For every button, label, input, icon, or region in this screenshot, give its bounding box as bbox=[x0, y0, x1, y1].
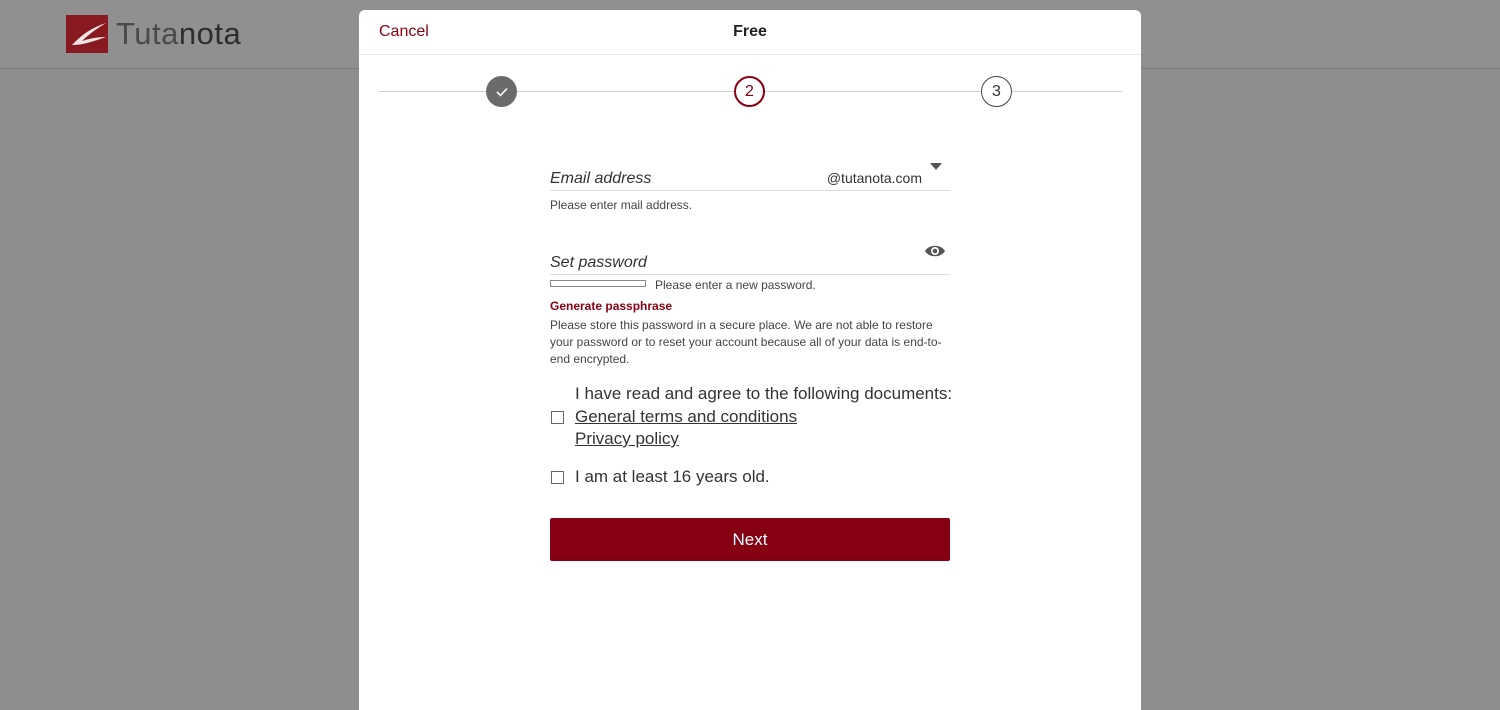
dialog-title: Free bbox=[733, 23, 767, 40]
tutanota-logo-icon bbox=[66, 15, 108, 53]
terms-intro-text: I have read and agree to the following d… bbox=[575, 384, 953, 403]
next-button[interactable]: Next bbox=[550, 518, 950, 561]
password-helper-text: Please enter a new password. bbox=[655, 278, 816, 292]
tutanota-logo: Tutanota bbox=[66, 15, 241, 53]
age-confirm-label: I am at least 16 years old. bbox=[575, 467, 770, 486]
signup-dialog: Cancel Free 2 3 Email address @tutanota.… bbox=[359, 10, 1141, 710]
password-field-label: Set password bbox=[550, 254, 647, 271]
password-field[interactable]: Set password bbox=[550, 239, 950, 275]
eye-icon[interactable] bbox=[924, 243, 946, 259]
password-strength-meter bbox=[550, 280, 646, 287]
terms-link[interactable]: General terms and conditions bbox=[575, 407, 797, 427]
age-checkbox[interactable] bbox=[551, 471, 564, 484]
logo-wordmark: Tutanota bbox=[116, 16, 242, 51]
generate-passphrase-link[interactable]: Generate passphrase bbox=[550, 299, 672, 313]
privacy-policy-link[interactable]: Privacy policy bbox=[575, 429, 679, 449]
email-helper-text: Please enter mail address. bbox=[550, 198, 693, 212]
email-field[interactable]: Email address @tutanota.com bbox=[550, 155, 950, 191]
domain-dropdown-icon[interactable] bbox=[930, 163, 942, 170]
step-1-completed bbox=[486, 76, 517, 107]
terms-checkbox[interactable] bbox=[551, 411, 564, 424]
step-2-current: 2 bbox=[734, 76, 765, 107]
check-icon bbox=[495, 87, 508, 97]
email-domain: @tutanota.com bbox=[826, 170, 922, 186]
email-field-label: Email address bbox=[550, 170, 652, 187]
dialog-header: Cancel Free bbox=[359, 10, 1141, 55]
password-notice: Please store this password in a secure p… bbox=[550, 318, 942, 366]
step-3-upcoming: 3 bbox=[981, 76, 1012, 107]
